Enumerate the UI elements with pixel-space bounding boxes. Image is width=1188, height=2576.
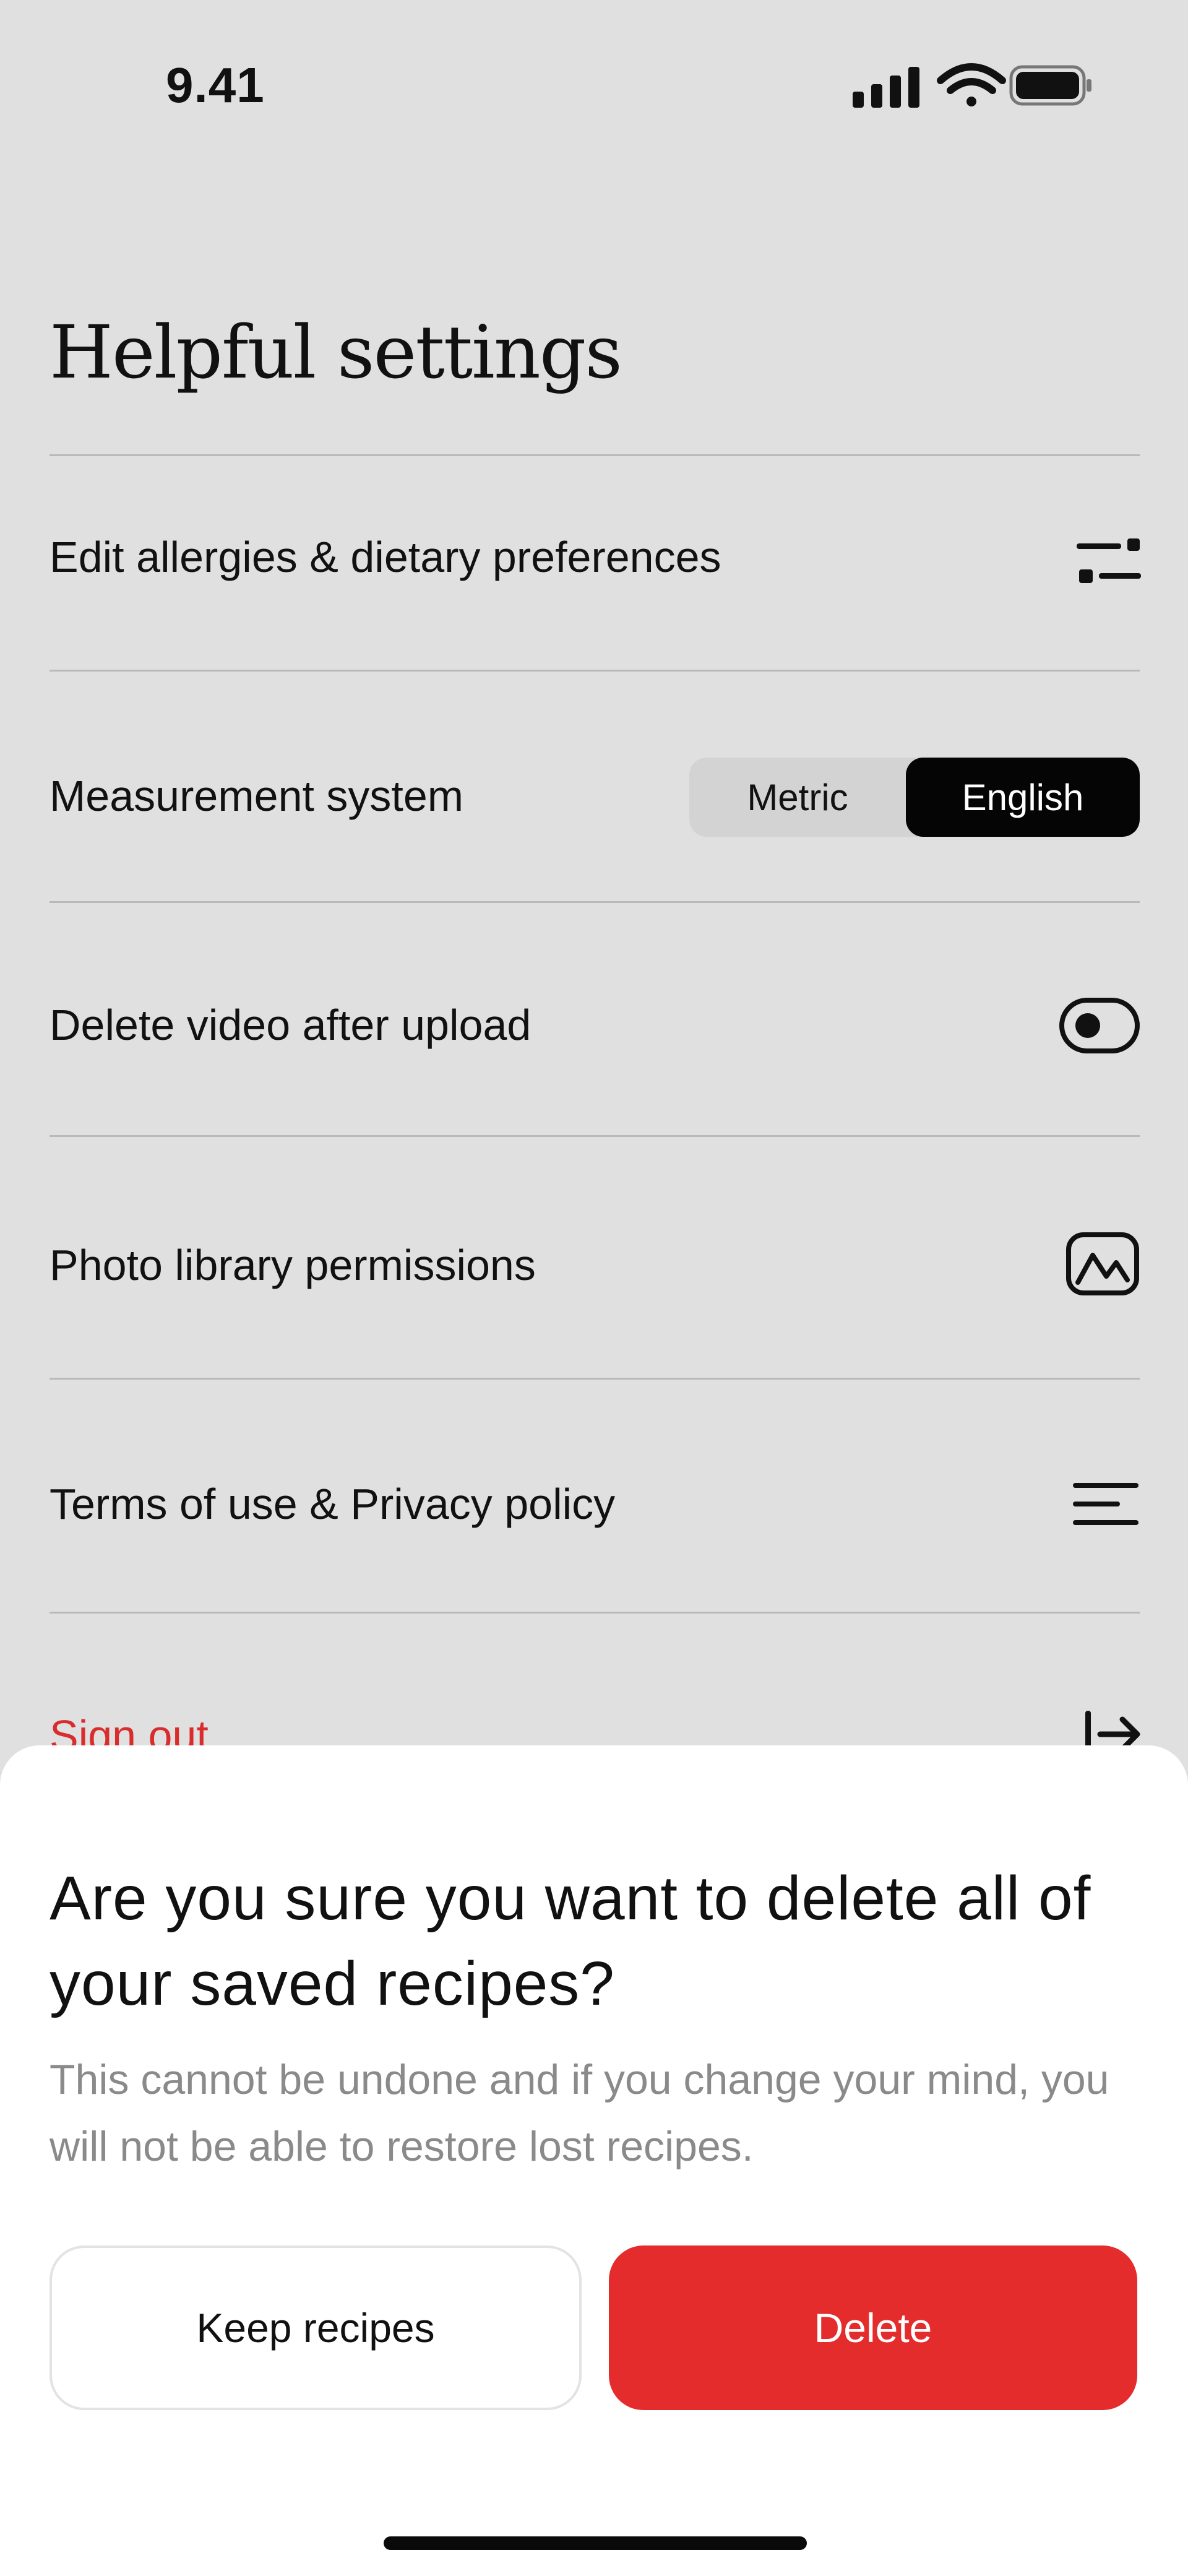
page-title: Helpful settings [50, 309, 622, 395]
status-time: 9.41 [166, 58, 265, 113]
divider [50, 670, 1140, 672]
dietary-preferences-label[interactable]: Edit allergies & dietary preferences [50, 532, 721, 582]
divider [50, 1378, 1140, 1380]
delete-button[interactable]: Delete [609, 2245, 1137, 2410]
terms-privacy-label[interactable]: Terms of use & Privacy policy [50, 1479, 615, 1529]
delete-video-label: Delete video after upload [50, 1001, 532, 1049]
sliders-icon[interactable] [1077, 537, 1141, 587]
wifi-icon [937, 63, 1006, 106]
battery-icon [1009, 65, 1091, 106]
toggle-off-icon[interactable] [1059, 998, 1140, 1057]
segment-english[interactable]: English [906, 758, 1140, 837]
home-indicator [384, 2536, 807, 2550]
dialog-body: This cannot be undone and if you change … [50, 2056, 1109, 2170]
photo-icon[interactable] [1065, 1232, 1140, 1299]
divider [50, 901, 1140, 903]
segment-metric[interactable]: Metric [689, 758, 906, 837]
keep-recipes-button[interactable]: Keep recipes [50, 2245, 582, 2410]
divider [50, 454, 1140, 456]
dialog-title: Are you sure you want to delete all of y… [50, 1864, 1091, 2018]
measurement-segmented-control[interactable]: Metric English [689, 758, 1140, 837]
photo-library-label[interactable]: Photo library permissions [50, 1240, 536, 1290]
measurement-system-label: Measurement system [50, 772, 464, 820]
divider [50, 1135, 1140, 1137]
divider [50, 1612, 1140, 1614]
signal-icon [853, 67, 919, 108]
text-lines-icon[interactable] [1073, 1480, 1140, 1531]
status-icons [848, 62, 1095, 111]
